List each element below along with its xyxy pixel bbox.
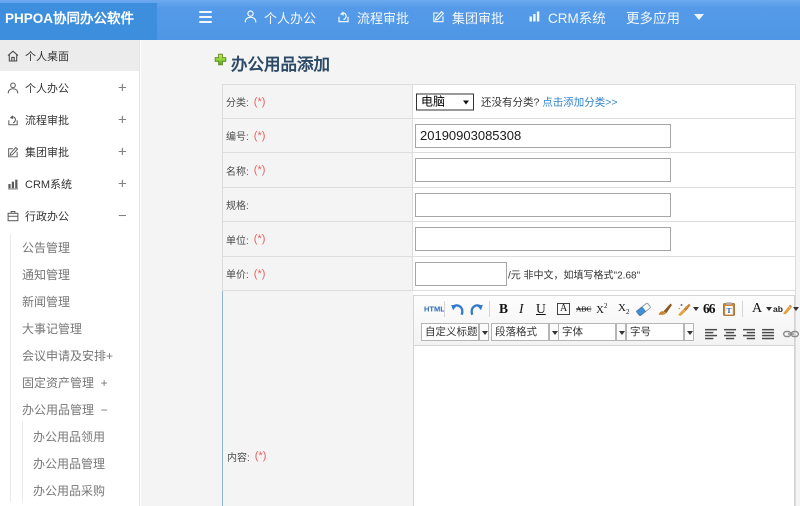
svg-text:T: T: [726, 306, 731, 315]
